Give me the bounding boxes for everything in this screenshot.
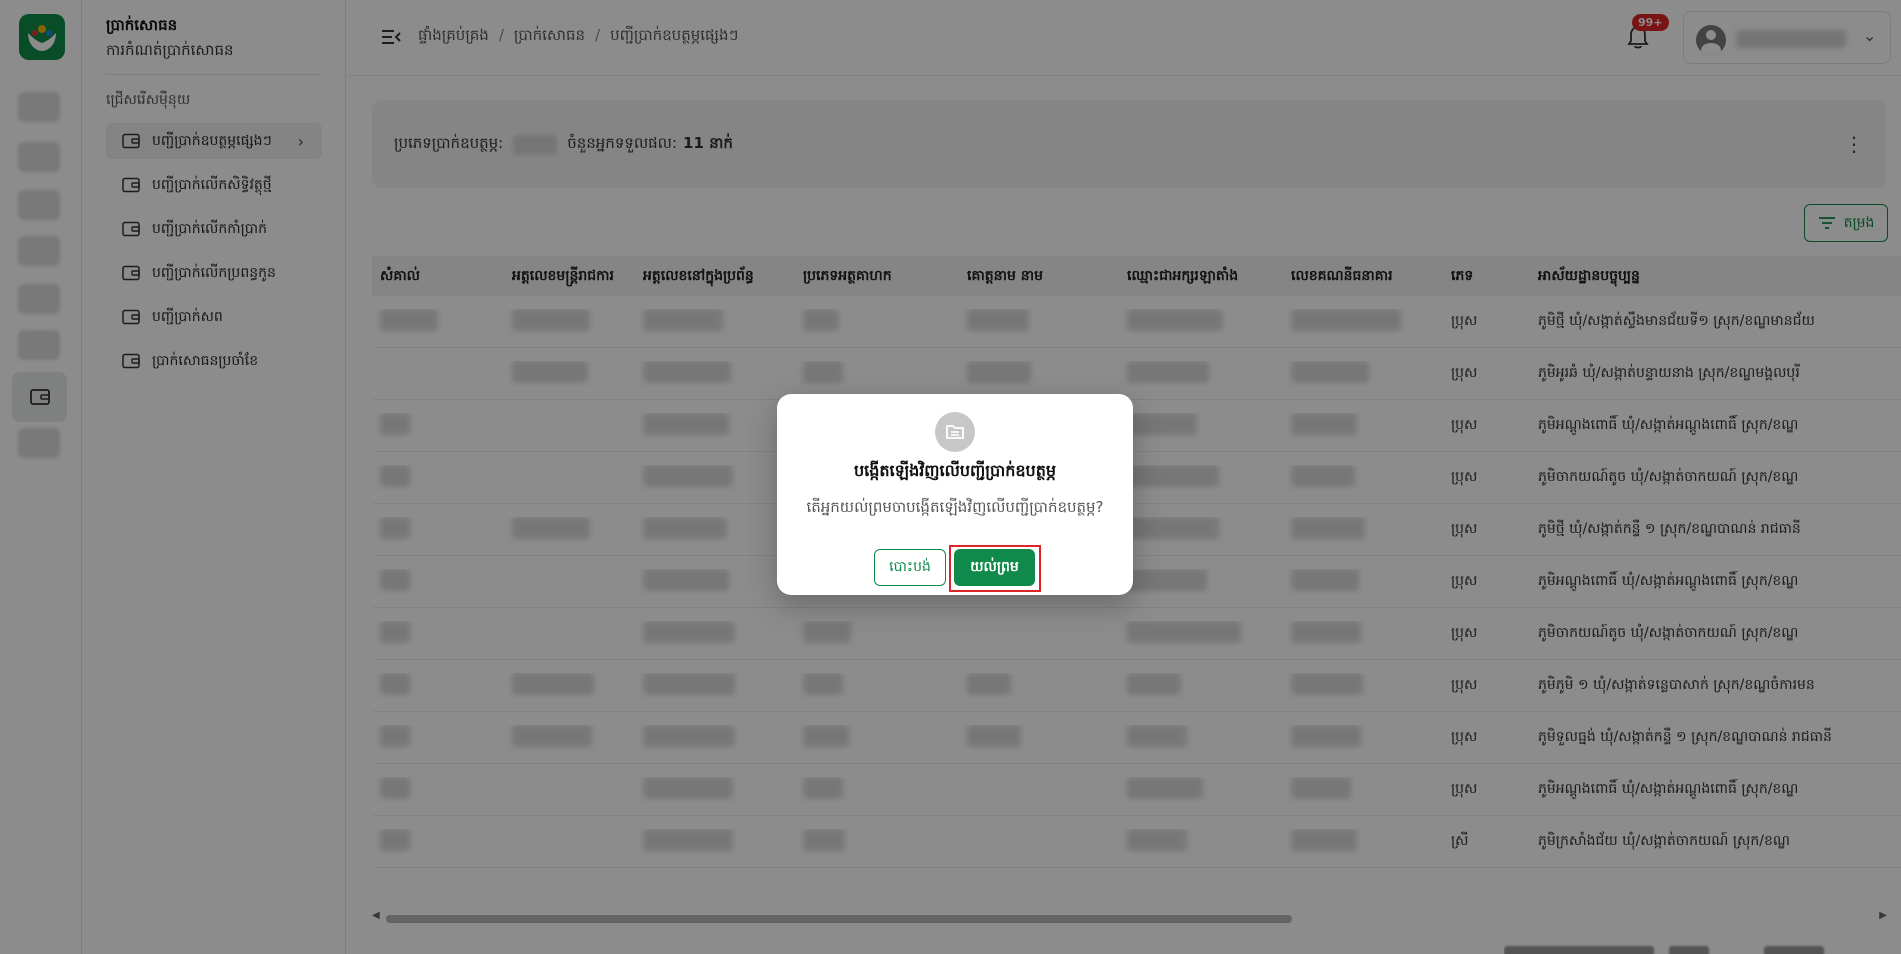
confirm-button[interactable]: យល់ព្រម [954, 549, 1035, 586]
folder-icon [935, 412, 975, 452]
confirm-dialog: បង្កើតឡើងវិញលើបញ្ជីប្រាក់ឧបត្ថម្ភ តើអ្នក… [777, 394, 1133, 595]
cancel-button[interactable]: បោះបង់ [874, 549, 946, 586]
dialog-title: បង្កើតឡើងវិញលើបញ្ជីប្រាក់ឧបត្ថម្ភ [853, 461, 1057, 480]
dialog-message: តើអ្នកយល់ព្រមចាបង្កើតឡើងវិញលើបញ្ជីប្រាក់… [806, 498, 1104, 516]
